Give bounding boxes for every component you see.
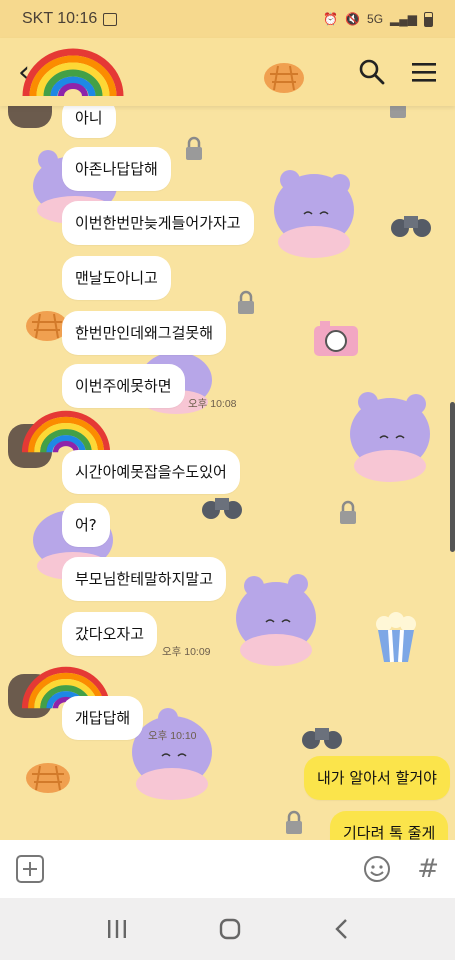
battery-icon xyxy=(424,11,433,27)
gallery-notification-icon xyxy=(103,12,118,26)
my-message-bubble[interactable]: 기다려 톡 줄게 xyxy=(330,811,449,840)
message-bubble[interactable]: 이번주에못하면 xyxy=(62,364,185,408)
melon-bread-deco-icon xyxy=(264,63,304,93)
message-bubble[interactable]: 시간아예못잡을수도있어 xyxy=(62,450,240,494)
rainbow-sticker-icon xyxy=(22,48,124,97)
message-bubble[interactable]: 어? xyxy=(62,503,110,547)
back-nav-icon[interactable] xyxy=(333,918,349,940)
message-timestamp: 오후 10:09 xyxy=(162,646,211,658)
chat-header: ‹ xyxy=(0,38,455,106)
hippo-deco-icon xyxy=(350,392,430,482)
binoculars-deco-icon xyxy=(302,728,342,749)
popcorn-deco-icon xyxy=(376,612,416,663)
alarm-icon: ⏰ xyxy=(323,12,339,26)
message-bubble[interactable]: 아니 xyxy=(62,106,116,138)
message-bubble[interactable]: 이번한번만늦게들어가자고 xyxy=(62,201,254,245)
padlock-deco-icon xyxy=(286,810,302,834)
emoji-icon[interactable] xyxy=(363,855,391,883)
my-message-bubble[interactable]: 내가 알아서 할거야 xyxy=(304,756,450,800)
status-time: SKT 10:16 xyxy=(22,10,98,27)
message-timestamp: 오후 10:08 xyxy=(188,398,237,410)
hashtag-button[interactable]: # xyxy=(417,854,439,884)
padlock-deco-icon xyxy=(186,136,202,160)
hamburger-menu-icon[interactable] xyxy=(411,61,437,83)
message-bubble[interactable]: 한번만인데왜그걸못해 xyxy=(62,311,227,355)
message-bubble[interactable]: 맨날도아니고 xyxy=(62,256,171,300)
recent-apps-icon[interactable] xyxy=(106,919,128,939)
message-bubble[interactable]: 개답답해 xyxy=(62,696,144,740)
message-input-bar: # xyxy=(0,840,455,898)
hippo-deco-icon xyxy=(236,574,316,666)
message-bubble[interactable]: 부모님한테말하지말고 xyxy=(62,557,227,601)
search-icon[interactable] xyxy=(359,59,385,85)
message-timestamp: 오후 10:10 xyxy=(148,730,197,742)
padlock-deco-icon xyxy=(340,500,356,524)
network-label: 5G xyxy=(367,12,384,26)
melon-bread-deco-icon xyxy=(26,763,70,793)
signal-icon: ▂▄▆ xyxy=(390,12,417,26)
avatar[interactable] xyxy=(8,106,52,128)
binoculars-deco-icon xyxy=(391,216,431,237)
plus-box-icon[interactable] xyxy=(16,855,44,883)
hippo-deco-icon xyxy=(274,170,354,258)
padlock-deco-icon xyxy=(238,290,254,314)
home-icon[interactable] xyxy=(219,918,241,940)
system-nav-bar xyxy=(0,898,455,960)
scrollbar[interactable] xyxy=(450,402,455,552)
camera-deco-icon xyxy=(314,321,358,356)
mute-icon: 🔇 xyxy=(345,12,361,26)
message-bubble[interactable]: 갔다오자고 xyxy=(62,612,158,656)
chat-area[interactable]: 아니 아존나답답해 이번한번만늦게들어가자고 맨날도아니고 한번만인데왜그걸못해… xyxy=(0,106,455,840)
status-bar: SKT 10:16 ⏰ 🔇 5G ▂▄▆ xyxy=(0,0,455,38)
padlock-deco-icon xyxy=(390,106,406,118)
message-bubble[interactable]: 아존나답답해 xyxy=(62,147,171,191)
